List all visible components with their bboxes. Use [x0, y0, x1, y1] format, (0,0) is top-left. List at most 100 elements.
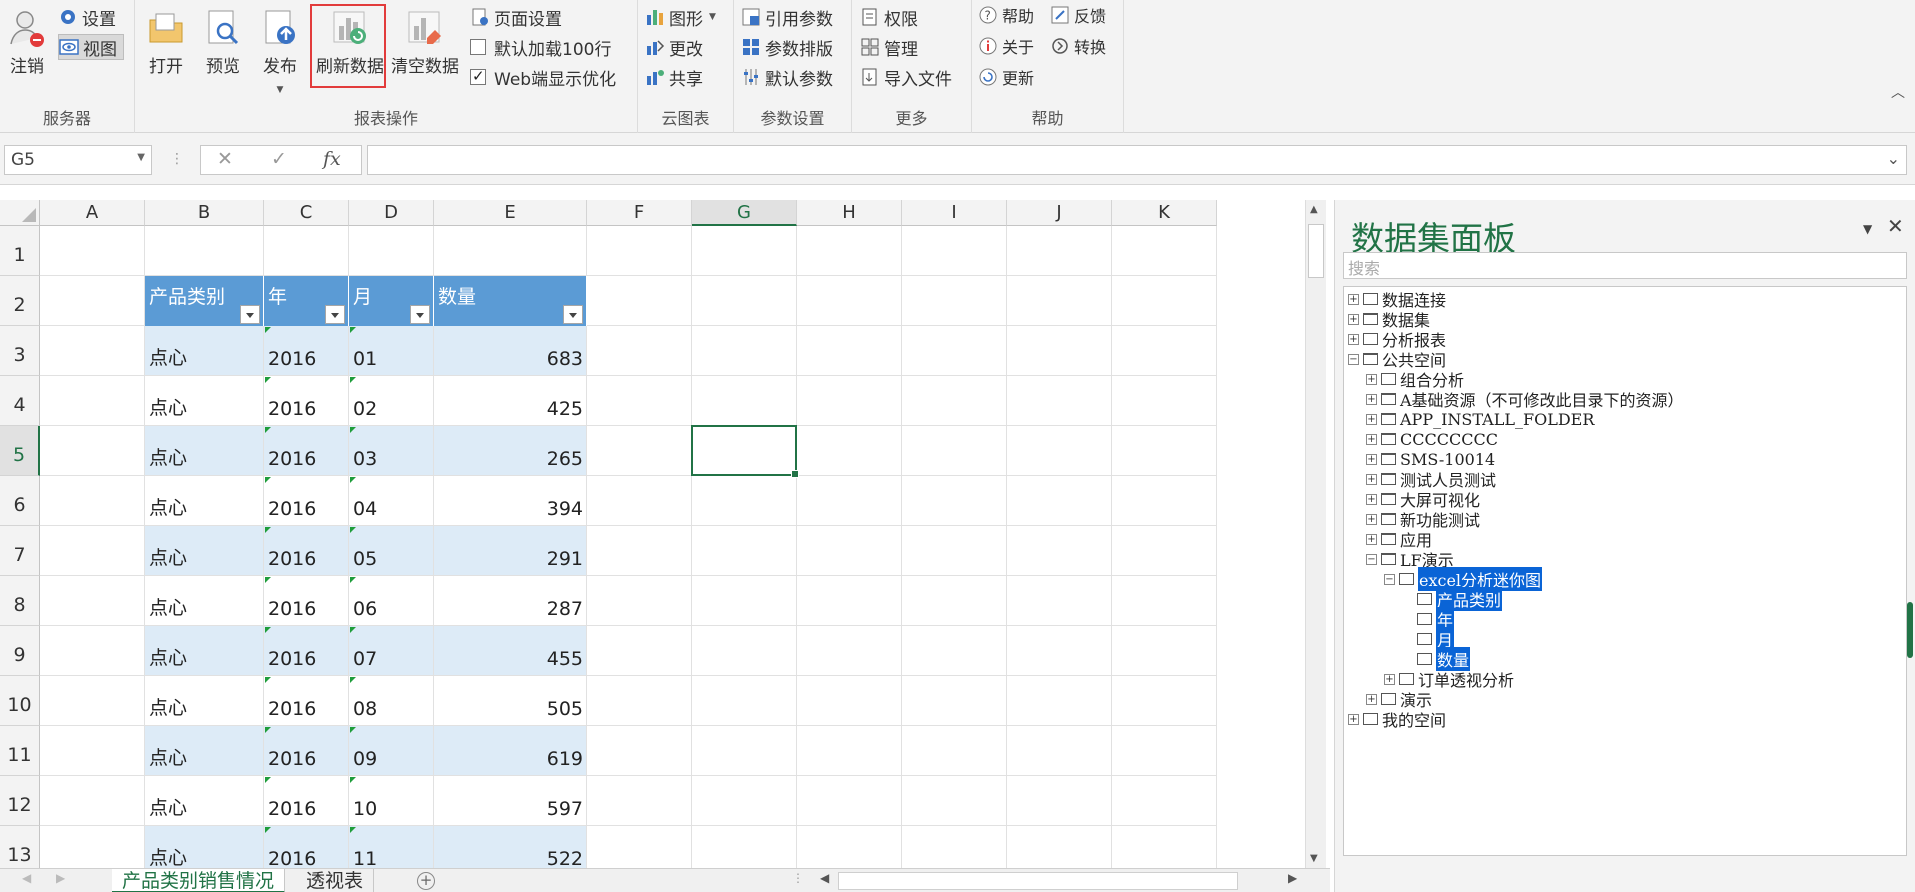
hscroll-left-icon[interactable]: ◀ — [820, 871, 829, 885]
tree-node[interactable]: + 分析报表 — [1348, 329, 1446, 350]
filter-dropdown-icon[interactable] — [410, 305, 430, 324]
table-cell[interactable]: 291 — [434, 526, 587, 576]
table-cell[interactable]: 394 — [434, 476, 587, 526]
row-header-10[interactable]: 10 — [0, 676, 40, 726]
collapse-ribbon-icon[interactable]: ︿ — [1891, 82, 1905, 102]
settings-button[interactable]: 设置 — [58, 4, 116, 30]
table-cell[interactable]: 597 — [434, 776, 587, 826]
column-header-f[interactable]: F — [587, 200, 692, 226]
feedback-button[interactable]: 反馈 — [1050, 2, 1106, 28]
table-cell[interactable]: 点心 — [145, 326, 264, 376]
expand-icon[interactable]: + — [1366, 473, 1377, 485]
expand-icon[interactable]: + — [1384, 673, 1395, 685]
table-cell[interactable]: 点心 — [145, 526, 264, 576]
column-header-j[interactable]: J — [1007, 200, 1112, 226]
table-cell[interactable]: 07 — [349, 626, 434, 676]
open-button[interactable]: 打开 — [138, 4, 194, 84]
tree-node[interactable]: + 应用 — [1366, 529, 1432, 550]
manage-button[interactable]: 管理 — [860, 34, 918, 60]
expand-icon[interactable]: + — [1366, 493, 1377, 505]
publish-button[interactable]: 发布 ▼ — [252, 4, 308, 95]
permission-button[interactable]: 权限 — [860, 4, 918, 30]
table-cell[interactable]: 点心 — [145, 726, 264, 776]
filter-dropdown-icon[interactable] — [325, 305, 345, 324]
tree-node[interactable]: 产品类别 — [1402, 587, 1503, 611]
row-header-13[interactable]: 13 — [0, 826, 40, 868]
dataset-tree[interactable]: + 数据连接 + 数据集 + 分析报表 − 公共空间 + 组合分析 + A基础资源（不可修改此目录下的… — [1343, 286, 1907, 856]
table-cell[interactable]: 2016 — [264, 526, 349, 576]
row-header-6[interactable]: 6 — [0, 476, 40, 526]
ref-params-button[interactable]: 引用参数 — [741, 4, 833, 30]
row-header-5[interactable]: 5 — [0, 426, 40, 476]
column-header-d[interactable]: D — [349, 200, 434, 226]
table-cell[interactable]: 02 — [349, 376, 434, 426]
convert-button[interactable]: 转换 — [1050, 33, 1106, 59]
collapse-icon[interactable]: − — [1366, 553, 1377, 565]
sheet-tab-pivot[interactable]: 透视表 — [296, 869, 375, 892]
table-cell[interactable]: 425 — [434, 376, 587, 426]
collapse-icon[interactable]: − — [1348, 353, 1359, 365]
tree-node[interactable]: − excel分析迷你图 — [1384, 567, 1543, 591]
filter-dropdown-icon[interactable] — [240, 305, 260, 324]
row-header-7[interactable]: 7 — [0, 526, 40, 576]
close-icon[interactable]: ✕ — [1887, 214, 1904, 238]
table-cell[interactable]: 2016 — [264, 476, 349, 526]
table-cell[interactable]: 点心 — [145, 426, 264, 476]
table-cell[interactable]: 10 — [349, 776, 434, 826]
tree-node[interactable]: + APP_INSTALL_FOLDER — [1366, 409, 1594, 429]
selected-cell[interactable] — [691, 425, 799, 478]
formula-input[interactable]: ⌄ — [367, 145, 1907, 175]
expand-icon[interactable]: + — [1366, 513, 1377, 525]
expand-icon[interactable]: + — [1366, 453, 1377, 465]
tree-node[interactable]: + 大屏可视化 — [1366, 489, 1480, 510]
table-cell[interactable]: 287 — [434, 576, 587, 626]
table-cell[interactable]: 08 — [349, 676, 434, 726]
tree-node[interactable]: + SMS-10014 — [1366, 449, 1495, 469]
table-cell[interactable]: 2016 — [264, 576, 349, 626]
table-cell[interactable]: 455 — [434, 626, 587, 676]
expand-icon[interactable]: + — [1366, 373, 1377, 385]
params-layout-button[interactable]: 参数排版 — [741, 34, 833, 60]
about-button[interactable]: 关于 — [978, 33, 1034, 59]
table-cell[interactable]: 2016 — [264, 776, 349, 826]
collapse-icon[interactable]: − — [1384, 573, 1395, 585]
tree-node[interactable]: 月 — [1402, 627, 1455, 651]
tree-node[interactable]: − LF演示 — [1366, 549, 1454, 570]
row-header-11[interactable]: 11 — [0, 726, 40, 776]
default-load-checkbox[interactable]: 默认加载100行 — [470, 34, 611, 60]
hscroll-right-icon[interactable]: ▶ — [1288, 871, 1297, 885]
select-all-corner[interactable] — [0, 200, 40, 226]
panel-search-input[interactable]: 搜索 — [1343, 252, 1907, 279]
default-params-button[interactable]: 默认参数 — [741, 64, 833, 90]
table-cell[interactable]: 点心 — [145, 776, 264, 826]
logout-button[interactable]: 注销 — [2, 4, 52, 84]
column-header-b[interactable]: B — [145, 200, 264, 226]
row-header-2[interactable]: 2 — [0, 276, 40, 326]
name-box[interactable]: G5 ▼ — [4, 145, 152, 175]
expand-icon[interactable]: + — [1366, 693, 1377, 705]
preview-button[interactable]: 预览 — [195, 4, 251, 84]
view-button[interactable]: 视图 — [58, 34, 124, 60]
table-cell[interactable]: 2016 — [264, 376, 349, 426]
tree-node[interactable]: + A基础资源（不可修改此目录下的资源） — [1366, 389, 1684, 410]
table-cell[interactable]: 点心 — [145, 576, 264, 626]
expand-icon[interactable]: + — [1348, 293, 1359, 305]
row-header-9[interactable]: 9 — [0, 626, 40, 676]
clear-data-button[interactable]: 清空数据 — [389, 4, 461, 84]
expand-icon[interactable]: + — [1348, 713, 1359, 725]
table-cell[interactable]: 点心 — [145, 376, 264, 426]
table-cell[interactable]: 2016 — [264, 326, 349, 376]
tree-node[interactable]: − 公共空间 — [1348, 349, 1446, 370]
column-header-h[interactable]: H — [797, 200, 902, 226]
add-sheet-icon[interactable]: + — [417, 872, 435, 890]
help-button[interactable]: ? 帮助 — [978, 2, 1034, 28]
web-optimize-checkbox[interactable]: Web端显示优化 — [470, 64, 616, 90]
tree-node[interactable]: + 演示 — [1366, 689, 1432, 710]
table-cell[interactable]: 05 — [349, 526, 434, 576]
tree-node[interactable]: + 测试人员测试 — [1366, 469, 1496, 490]
formula-expand-icon[interactable]: ⌄ — [1887, 149, 1900, 168]
row-header-4[interactable]: 4 — [0, 376, 40, 426]
table-cell[interactable]: 04 — [349, 476, 434, 526]
tab-prev-icon[interactable]: ◀ — [22, 871, 31, 885]
table-cell[interactable]: 505 — [434, 676, 587, 726]
